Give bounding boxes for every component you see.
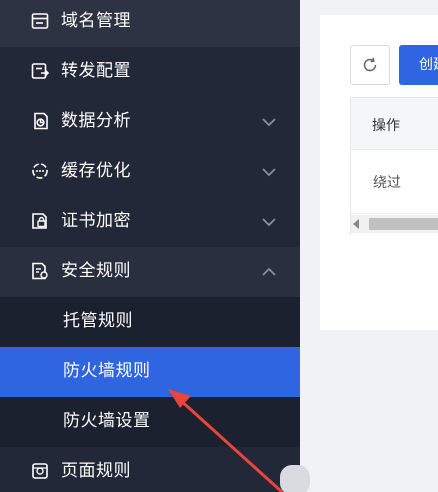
annotation-arrow-icon <box>168 389 284 492</box>
